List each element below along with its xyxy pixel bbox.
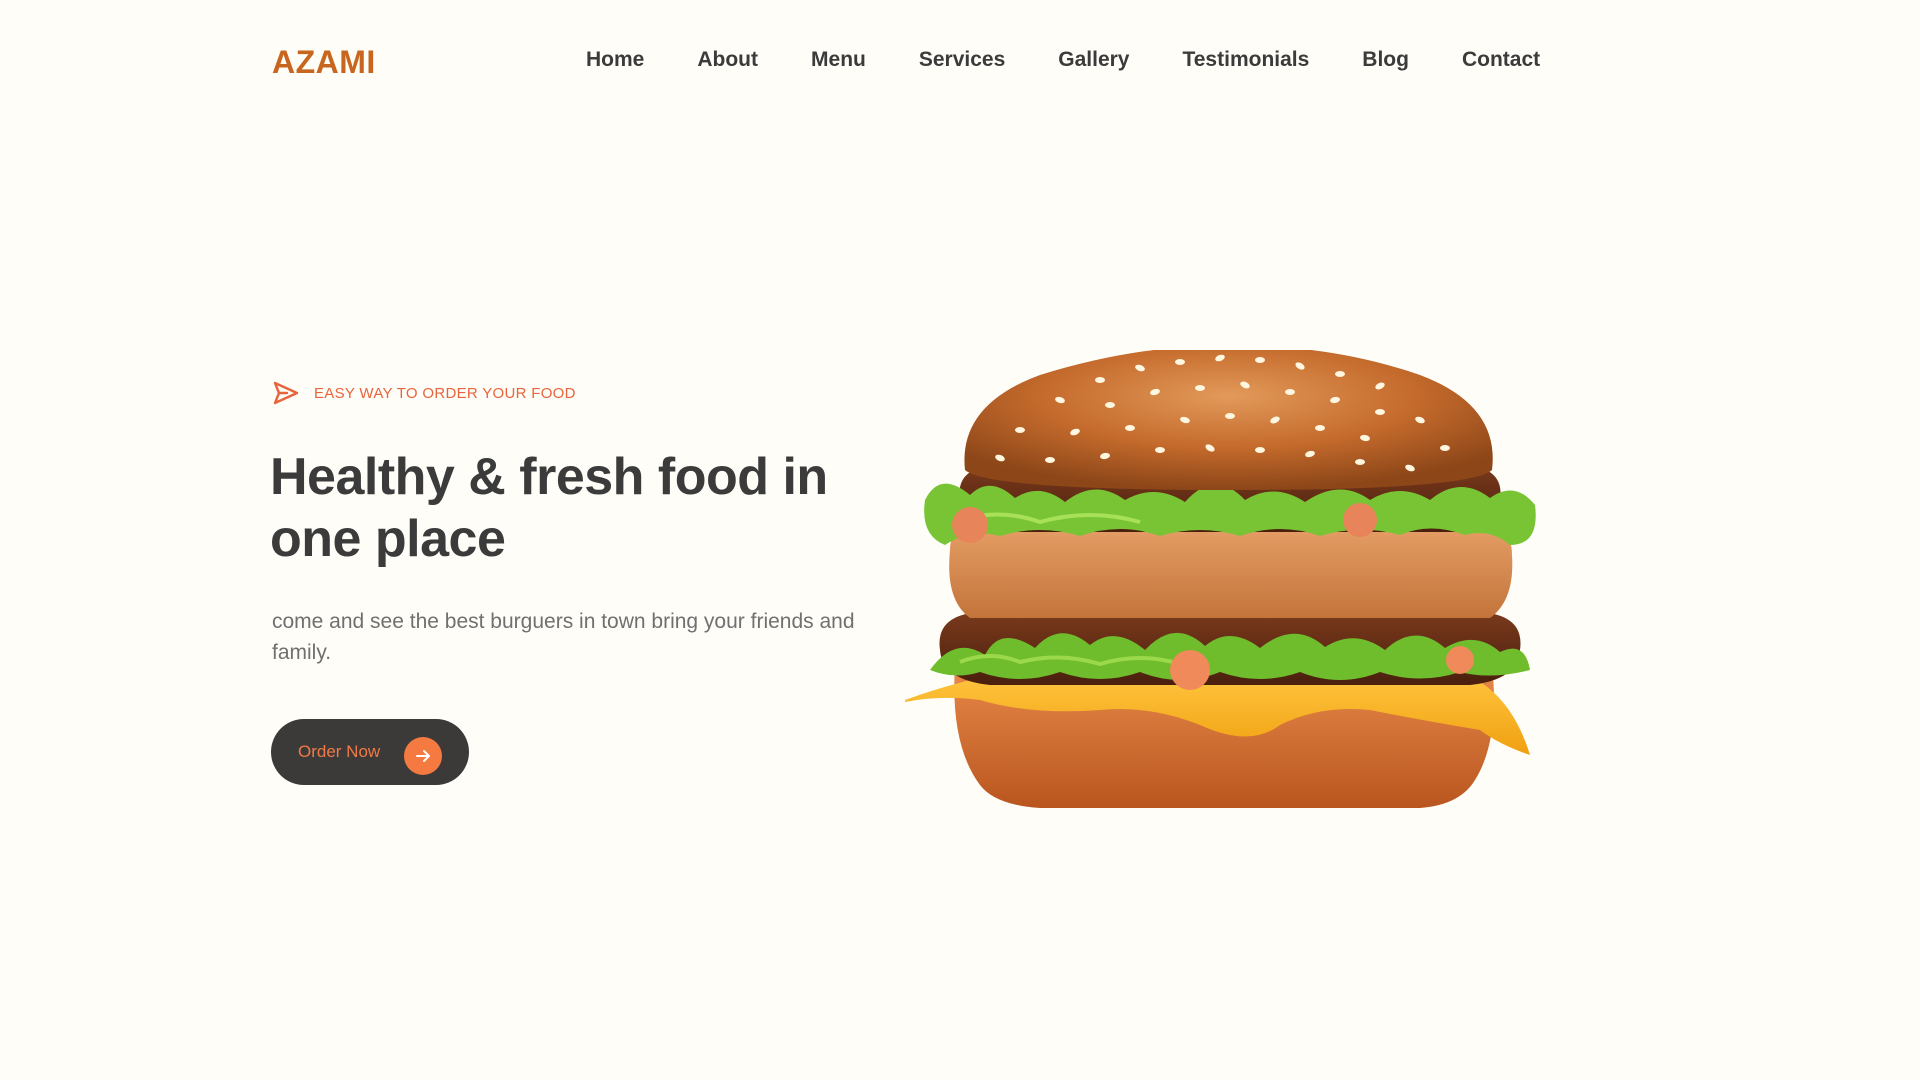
burger-image (905, 350, 1536, 808)
nav-item-home[interactable]: Home (586, 48, 644, 72)
logo[interactable]: AZAMI (272, 44, 376, 81)
hero-title: Healthy & fresh food in one place (270, 448, 828, 568)
nav-item-testimonials[interactable]: Testimonials (1182, 48, 1309, 72)
tagline-text: EASY WAY TO ORDER YOUR FOOD (314, 384, 576, 402)
nav-item-blog[interactable]: Blog (1362, 48, 1409, 72)
nav-item-about[interactable]: About (697, 48, 758, 72)
order-now-label: Order Now (298, 742, 381, 761)
nav-item-menu[interactable]: Menu (811, 48, 866, 72)
arrow-right-icon (404, 737, 442, 775)
main-nav: Home About Menu Services Gallery Testimo… (586, 48, 1540, 72)
nav-item-contact[interactable]: Contact (1462, 48, 1540, 72)
nav-item-gallery[interactable]: Gallery (1058, 48, 1129, 72)
paper-plane-icon (273, 381, 299, 405)
landing-page: AZAMI Home About Menu Services Gallery T… (0, 0, 1920, 1080)
nav-item-services[interactable]: Services (919, 48, 1005, 72)
order-now-button[interactable]: Order Now (271, 719, 469, 785)
hero-description: come and see the best burguers in town b… (272, 610, 855, 664)
hero-tagline: EASY WAY TO ORDER YOUR FOOD (272, 380, 576, 406)
